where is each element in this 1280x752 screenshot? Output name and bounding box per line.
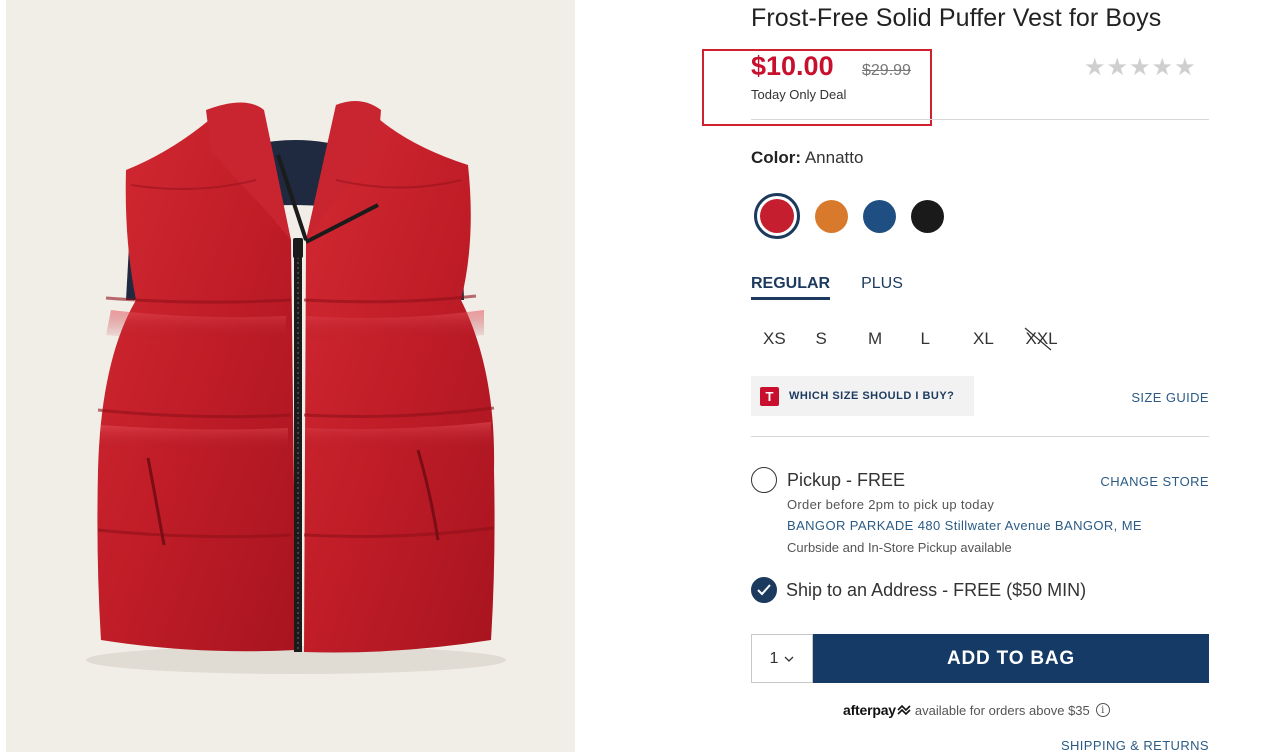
size-option-l[interactable]: L	[910, 329, 963, 349]
size-option-m[interactable]: M	[857, 329, 910, 349]
fit-tabs: REGULAR PLUS	[751, 275, 903, 300]
star-icon: ★	[1151, 54, 1174, 81]
color-swatches	[754, 193, 944, 239]
afterpay-logo: afterpay	[843, 702, 896, 718]
ship-radio[interactable]	[751, 577, 777, 603]
puffer-vest-illustration	[86, 101, 506, 674]
color-swatch-orange[interactable]	[815, 199, 848, 233]
pickup-order-before: Order before 2pm to pick up today	[787, 497, 995, 512]
star-icon: ★	[1106, 54, 1129, 81]
rating-stars[interactable]: ★ ★ ★ ★ ★	[1084, 55, 1196, 81]
color-swatch-navy[interactable]	[863, 199, 896, 233]
sale-price: $10.00	[751, 51, 834, 81]
tab-regular[interactable]: REGULAR	[751, 275, 831, 300]
quantity-value: 1	[769, 649, 779, 667]
star-icon: ★	[1174, 54, 1196, 81]
info-icon[interactable]: i	[1095, 703, 1110, 717]
divider	[751, 436, 1209, 437]
pickup-availability: Curbside and In-Store Pickup available	[787, 540, 1012, 555]
ship-title: Ship to an Address - FREE ($50 MIN)	[786, 580, 1087, 600]
size-option-xs[interactable]: XS	[752, 329, 805, 349]
divider	[751, 119, 1209, 120]
deal-note: Today Only Deal	[751, 87, 847, 102]
tab-plus[interactable]: PLUS	[861, 275, 903, 300]
add-to-bag-button[interactable]: ADD TO BAG	[813, 634, 1209, 683]
size-options: XS S M L XL XXL	[752, 327, 1068, 351]
checkmark-icon	[757, 584, 771, 596]
chevron-down-icon	[784, 656, 794, 662]
shipping-returns-link[interactable]: SHIPPING & RETURNS	[1061, 738, 1209, 752]
color-selected-name: Annatto	[804, 148, 864, 167]
product-image[interactable]	[6, 0, 575, 752]
color-swatch-black[interactable]	[911, 199, 944, 233]
pickup-title: Pickup - FREE	[787, 470, 906, 490]
size-guide-link[interactable]: SIZE GUIDE	[1131, 390, 1209, 405]
pickup-store-link[interactable]: BANGOR PARKADE 480 Stillwater Avenue BAN…	[787, 518, 1142, 533]
swatch-dot	[760, 199, 794, 233]
star-icon: ★	[1084, 54, 1106, 81]
pickup-radio[interactable]	[751, 467, 777, 493]
star-icon: ★	[1129, 54, 1151, 81]
afterpay-note: afterpay available for orders above $35 …	[843, 702, 1110, 718]
afterpay-arrows-icon	[897, 704, 911, 716]
product-title: Frost-Free Solid Puffer Vest for Boys	[751, 4, 1162, 32]
size-advisor-logo-icon: T	[760, 386, 779, 406]
color-label-row: Color: Annatto	[751, 148, 863, 168]
size-option-xxl[interactable]: XXL	[1015, 327, 1068, 351]
which-size-button[interactable]: T WHICH SIZE SHOULD I BUY?	[751, 376, 974, 416]
unavailable-strike-icon	[1024, 327, 1051, 351]
size-option-s[interactable]: S	[805, 329, 858, 349]
quantity-select[interactable]: 1	[751, 634, 813, 683]
size-option-xl[interactable]: XL	[962, 329, 1015, 349]
afterpay-text: available for orders above $35	[914, 702, 1090, 718]
which-size-label: WHICH SIZE SHOULD I BUY?	[789, 390, 955, 402]
original-price: $29.99	[862, 62, 911, 79]
color-label: Color:	[751, 148, 802, 167]
change-store-link[interactable]: CHANGE STORE	[1100, 474, 1209, 489]
color-swatch-annatto[interactable]	[754, 193, 800, 239]
